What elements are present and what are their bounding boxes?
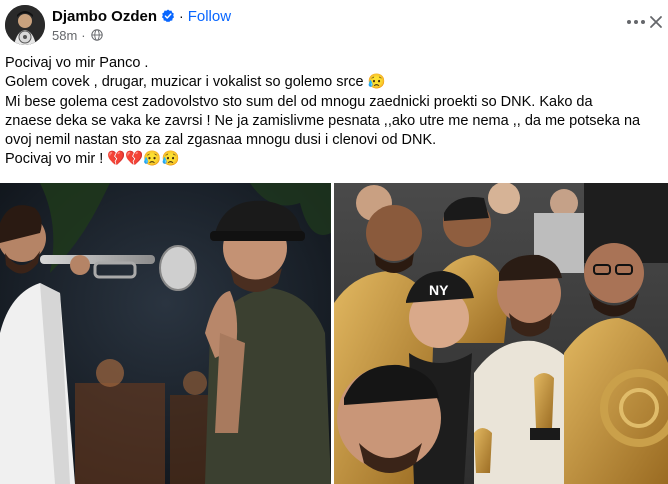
follow-button[interactable]: Follow [188,8,231,25]
post-line: Pocivaj vo mir ! 💔💔😥😥 [5,151,180,168]
post-meta: 58m · [52,27,103,43]
verified-badge-icon [161,9,175,23]
close-button[interactable] [646,10,666,34]
author-name[interactable]: Djambo Ozden [52,8,157,25]
more-dots-icon [627,20,645,24]
post-line: Pocivaj vo mir Panco . [5,55,149,71]
post-line: znaese deka se vaka ke zavrsi ! Ne ja za… [5,112,641,129]
music-video-still-photo [0,183,331,484]
post-line: Mi bese golema cest zadovolstvo sto sum … [5,93,593,110]
post-line: ovoj nemil nastan sto za zal zgasnaa mno… [5,132,437,149]
photo-right[interactable]: NY [334,183,668,484]
meta-separator: · [81,27,86,43]
timestamp[interactable]: 58m [52,28,77,43]
avatar-image [5,5,45,45]
photo-grid: NY [0,183,668,484]
post-header: Djambo Ozden · Follow 58m · [0,0,668,48]
cap-logo-text: NY [429,282,449,298]
avatar[interactable] [5,5,45,45]
post-body: Pocivaj vo mir Panco . Golem covek , dru… [5,54,665,170]
group-selfie-photo: NY [334,183,668,484]
author-line: Djambo Ozden · Follow [52,6,231,26]
close-icon [650,16,662,28]
photo-left[interactable] [0,183,331,484]
globe-icon [90,29,103,41]
post-line: Golem covek , drugar, muzicar i vokalist… [5,74,386,91]
separator-dot: · [179,8,184,24]
